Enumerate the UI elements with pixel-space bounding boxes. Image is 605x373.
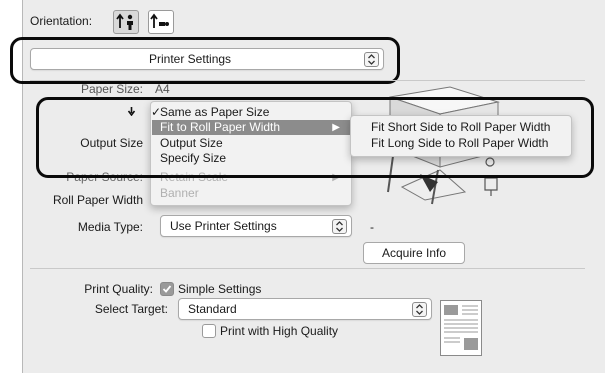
simple-settings-label: Simple Settings: [178, 282, 262, 296]
section-divider: [30, 80, 585, 81]
select-target-popup[interactable]: Standard: [178, 298, 432, 320]
menu-item-fit-to-roll-paper-width[interactable]: Fit to Roll Paper Width ▶: [152, 120, 350, 135]
high-quality-label: Print with High Quality: [220, 324, 339, 338]
output-size-menu: ✓ Same as Paper Size Fit to Roll Paper Wi…: [150, 101, 352, 206]
menu-item-same-as-paper-size[interactable]: ✓ Same as Paper Size: [151, 105, 350, 120]
paper-source-label: Paper Source:: [66, 170, 143, 184]
print-quality-label: Print Quality:: [84, 282, 153, 296]
portrait-orientation-icon[interactable]: [113, 10, 139, 34]
stepper-icon: [412, 302, 427, 317]
menu-item-output-size[interactable]: Output Size: [152, 136, 350, 151]
submenu-arrow-icon: ▶: [332, 172, 340, 183]
landscape-orientation-icon[interactable]: [148, 10, 174, 34]
high-quality-checkbox[interactable]: [202, 324, 216, 338]
stepper-icon: [332, 219, 347, 234]
roll-paper-width-label: Roll Paper Width: [52, 193, 143, 207]
paper-size-value: A4: [155, 82, 170, 96]
media-type-dash: -: [370, 220, 374, 234]
media-type-popup[interactable]: Use Printer Settings: [160, 215, 352, 237]
select-target-value: Standard: [188, 302, 237, 316]
paper-size-label: Paper Size:: [80, 82, 143, 96]
panel-selector-popup[interactable]: Printer Settings: [30, 48, 384, 70]
submenu-item-fit-long-side[interactable]: Fit Long Side to Roll Paper Width: [359, 136, 570, 151]
down-arrow-icon: [127, 107, 136, 116]
media-type-value: Use Printer Settings: [170, 219, 277, 233]
select-target-label: Select Target:: [94, 302, 168, 316]
acquire-info-button[interactable]: Acquire Info: [363, 242, 465, 264]
document-preview-icon: [440, 300, 482, 356]
menu-item-specify-size[interactable]: Specify Size: [152, 151, 350, 166]
orientation-label: Orientation:: [30, 14, 93, 28]
media-type-label: Media Type:: [77, 220, 143, 234]
section-divider: [30, 268, 585, 269]
fit-to-roll-submenu: Fit Short Side to Roll Paper Width Fit L…: [350, 115, 572, 157]
stepper-icon: [364, 52, 379, 67]
menu-item-banner: Banner: [160, 186, 199, 200]
menu-item-retain-scale: Retain Scale ▶: [160, 170, 340, 184]
checkmark-icon: ✓: [151, 105, 162, 119]
submenu-item-fit-short-side[interactable]: Fit Short Side to Roll Paper Width: [359, 120, 570, 135]
simple-settings-checkbox[interactable]: [160, 282, 174, 296]
panel-selector-value: Printer Settings: [149, 52, 232, 66]
submenu-arrow-icon: ▶: [332, 122, 340, 133]
output-size-label: Output Size: [80, 136, 143, 150]
